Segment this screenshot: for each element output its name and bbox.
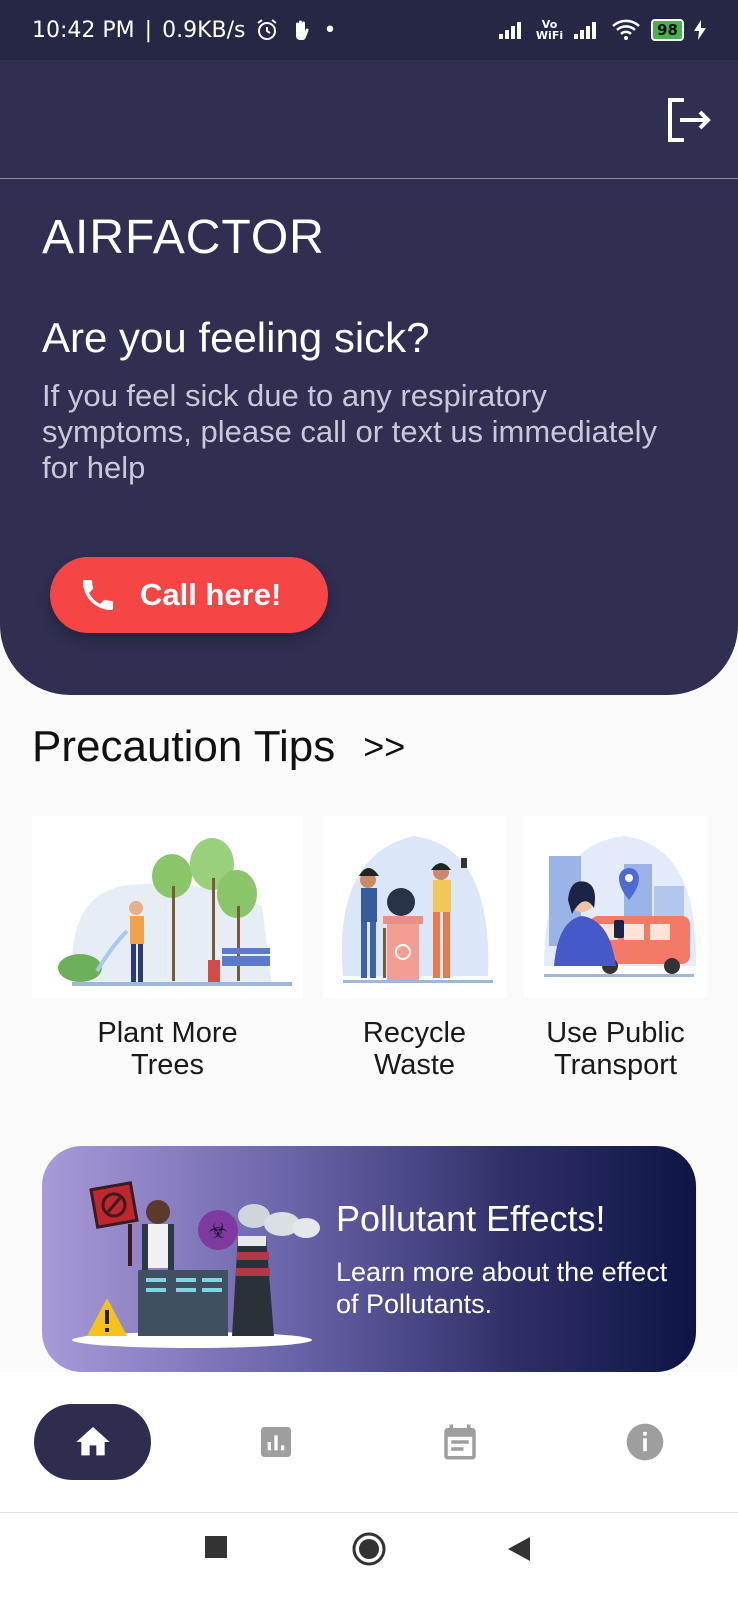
public-transport-illustration xyxy=(544,836,697,977)
help-description: If you feel sick due to any respiratory … xyxy=(42,378,658,485)
precaution-tips-title: Precaution Tips xyxy=(32,722,336,771)
tip-card-public-transport[interactable] xyxy=(524,816,707,998)
tip-label-line1: Recycle xyxy=(362,1017,467,1049)
nav-calendar-button[interactable] xyxy=(436,1404,484,1480)
signal-icon xyxy=(498,20,526,40)
top-app-bar xyxy=(0,60,738,179)
wifi-icon xyxy=(611,19,641,41)
banner-title: Pollutant Effects! xyxy=(336,1198,606,1239)
bottom-navigation xyxy=(0,1372,738,1513)
emergency-header-card: AIRFACTOR Are you feeling sick? If you f… xyxy=(0,60,738,695)
pollutant-effects-banner[interactable]: ☣ Pollutant Effects! Learn more about th… xyxy=(42,1146,696,1372)
pollution-factory-illustration: ☣ xyxy=(72,1181,320,1348)
home-system-button[interactable] xyxy=(351,1531,387,1571)
tip-card-plant-trees[interactable] xyxy=(32,816,303,998)
tip-label-line1: Use Public xyxy=(546,1017,685,1049)
nav-home-button[interactable] xyxy=(34,1404,151,1480)
logout-icon xyxy=(668,98,711,142)
app-title: AIRFACTOR xyxy=(42,211,325,264)
precaution-tips-header: Precaution Tips >> xyxy=(32,722,405,772)
see-more-tips-button[interactable]: >> xyxy=(363,726,405,768)
call-button[interactable]: Call here! xyxy=(50,557,328,633)
back-triangle-icon xyxy=(508,1537,530,1561)
logout-button[interactable] xyxy=(664,96,712,144)
tip-label-line2: Trees xyxy=(130,1049,205,1081)
home-icon xyxy=(75,1427,110,1456)
info-icon xyxy=(626,1423,664,1461)
svg-text:☣: ☣ xyxy=(208,1219,228,1244)
tip-label-plant-trees: Plant More Trees xyxy=(32,1017,303,1081)
system-navigation-bar xyxy=(0,1513,738,1600)
vowifi-bottom: WiFi xyxy=(535,29,564,42)
chart-icon xyxy=(261,1427,291,1457)
status-bar-left: 10:42 PM | 0.9KB/s • xyxy=(32,18,336,43)
status-bar-right: Vo WiFi 98 xyxy=(498,19,706,41)
recents-button[interactable] xyxy=(204,1535,228,1563)
plant-trees-illustration xyxy=(58,838,292,986)
tip-label-line2: Waste xyxy=(373,1049,456,1081)
hand-icon xyxy=(289,18,313,42)
charging-icon xyxy=(694,20,706,40)
calendar-icon xyxy=(444,1424,476,1460)
status-separator: | xyxy=(144,17,153,43)
sick-question-heading: Are you feeling sick? xyxy=(42,314,430,361)
square-icon xyxy=(205,1536,227,1558)
battery-indicator: 98 xyxy=(651,19,684,41)
phone-icon xyxy=(83,580,113,610)
status-time: 10:42 PM xyxy=(32,17,135,43)
tip-label-line1: Plant More xyxy=(97,1017,238,1049)
signal-icon-2 xyxy=(573,20,601,40)
nav-info-button[interactable] xyxy=(621,1404,669,1480)
tip-label-line2: Transport xyxy=(553,1049,678,1081)
circle-icon xyxy=(352,1532,386,1566)
tip-label-recycle-waste: Recycle Waste xyxy=(323,1017,506,1081)
back-button[interactable] xyxy=(506,1535,532,1567)
notification-dot: • xyxy=(323,17,337,43)
status-bar: 10:42 PM | 0.9KB/s • Vo WiFi 98 xyxy=(0,0,738,60)
tip-label-public-transport: Use Public Transport xyxy=(524,1017,707,1081)
nav-stats-button[interactable] xyxy=(252,1404,300,1480)
alarm-icon xyxy=(255,18,279,42)
tip-card-recycle-waste[interactable] xyxy=(323,816,506,998)
recycle-waste-illustration xyxy=(341,836,493,983)
banner-subtitle: Learn more about the effect of Pollutant… xyxy=(336,1257,668,1319)
call-button-label: Call here! xyxy=(140,577,282,612)
network-speed: 0.9KB/s xyxy=(162,17,246,43)
vowifi-indicator: Vo WiFi xyxy=(536,19,563,41)
